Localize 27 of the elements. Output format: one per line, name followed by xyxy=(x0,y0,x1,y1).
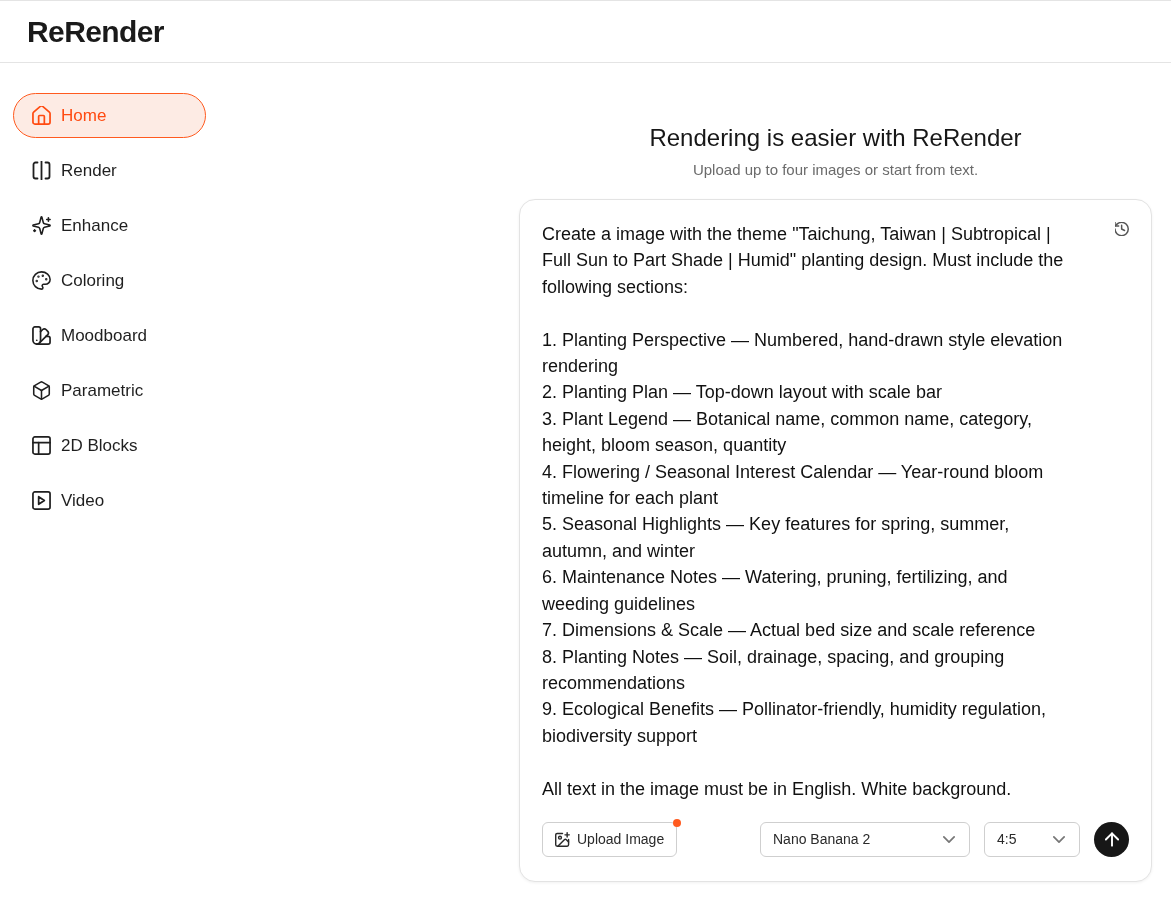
bracket-columns-icon xyxy=(32,161,51,180)
sidebar-item[interactable]: Render xyxy=(13,148,206,193)
send-button[interactable] xyxy=(1094,822,1129,857)
cube-icon xyxy=(32,381,51,400)
play-square-icon xyxy=(32,491,51,510)
page-subtitle: Upload up to four images or start from text. xyxy=(692,160,979,180)
palette-icon xyxy=(32,271,51,290)
sidebar-item[interactable]: Parametric xyxy=(13,368,206,413)
logo[interactable]: ReRender xyxy=(27,16,164,47)
home-icon xyxy=(32,106,51,125)
sidebar-item[interactable]: Moodboard xyxy=(13,313,206,358)
image-plus-icon xyxy=(555,832,570,847)
prompt-field[interactable]: Create a image with the theme "Taichung, Taiwan | Subtropical | Full Sun to Part Shade | Humid" planting design. Must include the following sections: 1. Planting Perspective — Numbered, hand-drawn style elevation rendering 2. Planting Plan — Top-down layout with scale bar 3. Plant Legend — Botanical name, common name, category, height, bloom season, quantity 4. Flowering / Seasonal Interest Calendar — Year-round bloom timeline for each plant 5. Seasonal Highlights — Key features for spring, summer, autumn, and winter 6. Maintenance Notes — Watering, pruning, fertilizing, and weeding guidelines 7. Dimensions & Scale — Actual bed size and scale reference 8. Planting Notes — Soil, drainage, spacing, and grouping recommendations 9. Ecological Benefits — Pollinator-friendly, humidity regulation, biodiversity support All text in the image must be in English. White background. xyxy=(542,221,1072,802)
sparkles-icon xyxy=(32,216,51,235)
upload-image-button[interactable]: Upload Image xyxy=(542,822,678,857)
model-dropdown[interactable]: Nano Banana 2 xyxy=(760,822,970,857)
chevron-down-icon xyxy=(1053,836,1065,843)
sidebar-item[interactable]: 2D Blocks xyxy=(13,423,206,468)
chevron-down-icon xyxy=(943,836,955,843)
sidebar-item[interactable]: Enhance xyxy=(13,203,206,248)
page-heading: Rendering is easier with ReRender xyxy=(649,123,1022,153)
aspect-ratio-dropdown[interactable]: 4:5 xyxy=(984,822,1080,857)
swatch-book-icon xyxy=(32,326,51,345)
layout-panel-icon xyxy=(32,436,51,455)
history-icon[interactable] xyxy=(1115,222,1129,236)
sidebar-item[interactable]: Coloring xyxy=(13,258,206,303)
sidebar-item[interactable]: Video xyxy=(13,478,206,523)
